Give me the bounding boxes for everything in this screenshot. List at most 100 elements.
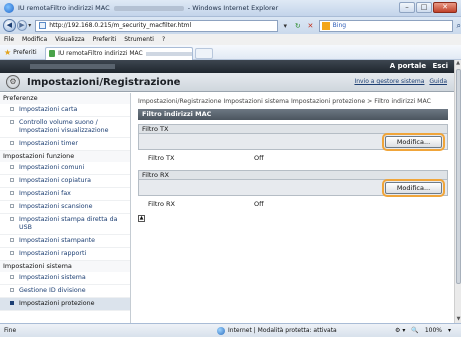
scroll-up-icon[interactable]: ▲ <box>455 60 461 67</box>
redacted-device-name <box>113 5 184 11</box>
tx-filter-group: Filtro TX Modifica... Filtro TX Off <box>138 124 448 166</box>
portal-link[interactable]: A portale <box>390 62 426 70</box>
bullet-icon <box>10 288 14 292</box>
status-text: Fine <box>4 327 17 334</box>
menu-modifica[interactable]: Modifica <box>22 36 47 43</box>
sidebar-item-usb-print-settings[interactable]: Impostazioni stampa diretta da USB <box>0 214 130 235</box>
bullet-icon <box>10 107 14 111</box>
address-url: http://192.168.0.215/m_security_macfilte… <box>49 22 192 29</box>
minimize-button[interactable]: – <box>399 2 415 13</box>
menu-visualizza[interactable]: Visualizza <box>55 36 85 43</box>
settings-gear-icon: ⚙ <box>6 75 20 89</box>
rx-filter-value: Off <box>254 200 264 208</box>
page-title: Impostazioni/Registrazione <box>27 76 181 88</box>
sidebar-item-report-settings[interactable]: Impostazioni rapporti <box>0 248 130 261</box>
sidebar-item-common-settings[interactable]: Impostazioni comuni <box>0 162 130 175</box>
send-to-admin-link[interactable]: Invio a gestore sistema <box>354 78 424 85</box>
back-button[interactable]: ◀ <box>3 19 16 32</box>
stop-icon[interactable]: ✕ <box>305 20 316 32</box>
main-content: Impostazioni/Registrazione Impostazioni … <box>138 93 448 222</box>
menu-strumenti[interactable]: Strumenti <box>124 36 154 43</box>
zoom-control[interactable]: ⚙ ▾ 🔍 100% ▾ <box>395 327 451 334</box>
back-to-top-icon[interactable]: ▲ <box>138 215 145 222</box>
close-button[interactable]: ✕ <box>433 2 457 13</box>
sidebar: Preferenze Impostazioni carta Controllo … <box>0 93 131 323</box>
favorites-star-icon[interactable]: ★ <box>4 48 11 57</box>
tx-filter-label: Filtro TX <box>148 154 175 162</box>
rx-filter-group: Filtro RX Modifica... Filtro RX Off <box>138 170 448 212</box>
sidebar-item-timer-settings[interactable]: Impostazioni timer <box>0 138 130 151</box>
menu-help[interactable]: ? <box>162 36 165 43</box>
menu-preferiti[interactable]: Preferiti <box>93 36 117 43</box>
bullet-icon <box>10 204 14 208</box>
bullet-icon <box>10 165 14 169</box>
maximize-button[interactable]: □ <box>416 2 432 13</box>
scroll-down-icon[interactable]: ▼ <box>455 316 461 323</box>
protected-mode-icon: ⚙ ▾ <box>395 327 406 334</box>
edit-tx-button[interactable]: Modifica... <box>382 133 445 151</box>
sidebar-section-function-settings: Impostazioni funzione <box>0 151 130 162</box>
scroll-thumb[interactable] <box>456 69 461 284</box>
sidebar-item-paper-settings[interactable]: Impostazioni carta <box>0 104 130 117</box>
bullet-icon <box>10 238 14 242</box>
rx-filter-toolbar: Modifica... <box>138 179 448 197</box>
section-title: Filtro indirizzi MAC <box>138 109 448 120</box>
menu-file[interactable]: File <box>4 36 14 43</box>
browser-tab[interactable]: IU remotaFiltro indirizzi MAC <box>44 46 193 60</box>
header-links: Invio a gestore sistema Guida <box>351 78 447 85</box>
address-toolbar: ◀ ▶ ▾ http://192.168.0.215/m_security_ma… <box>0 17 461 34</box>
redacted-device-name <box>145 51 192 56</box>
recent-pages-dropdown-icon[interactable]: ▾ <box>28 22 31 29</box>
address-input[interactable]: http://192.168.0.215/m_security_macfilte… <box>35 19 278 32</box>
zoom-dropdown-icon[interactable]: ▾ <box>448 327 451 334</box>
refresh-icon[interactable]: ↻ <box>293 20 304 32</box>
ie-logo-icon <box>4 3 14 13</box>
redacted-device-name <box>30 64 115 69</box>
sidebar-item-printer-settings[interactable]: Impostazioni stampante <box>0 235 130 248</box>
window-title-prefix: IU remotaFiltro indirizzi MAC <box>18 4 110 12</box>
sidebar-item-department-id[interactable]: Gestione ID divisione <box>0 285 130 298</box>
bullet-icon <box>10 191 14 195</box>
rx-filter-heading: Filtro RX <box>138 170 448 180</box>
rx-filter-label: Filtro RX <box>148 200 175 208</box>
favorites-button[interactable]: Preferiti <box>13 49 37 56</box>
security-zone[interactable]: Internet | Modalità protetta: attivata <box>217 326 337 335</box>
tx-filter-toolbar: Modifica... <box>138 133 448 151</box>
sidebar-item-scan-settings[interactable]: Impostazioni scansione <box>0 201 130 214</box>
web-page: A portale Esci ⚙ Impostazioni/Registrazi… <box>0 60 454 323</box>
sidebar-item-volume-display[interactable]: Controllo volume suono / Impostazioni vi… <box>0 117 130 138</box>
bullet-icon <box>10 120 14 124</box>
forward-button[interactable]: ▶ <box>16 20 28 31</box>
top-links: A portale Esci <box>386 62 448 70</box>
sidebar-item-fax-settings[interactable]: Impostazioni fax <box>0 188 130 201</box>
vertical-scrollbar[interactable]: ▲ ▼ <box>454 60 461 323</box>
help-link[interactable]: Guida <box>429 78 447 85</box>
sidebar-item-security-settings[interactable]: Impostazioni protezione <box>0 298 130 311</box>
bing-icon <box>321 21 330 30</box>
new-tab-button[interactable] <box>194 47 213 59</box>
tx-filter-row: Filtro TX Off <box>138 150 448 166</box>
sidebar-item-system-settings[interactable]: Impostazioni sistema <box>0 272 130 285</box>
window-title-suffix: - Windows Internet Explorer <box>187 4 279 12</box>
globe-icon <box>217 326 225 335</box>
window-title: IU remotaFiltro indirizzi MAC - Windows … <box>18 4 278 12</box>
sidebar-item-copy-settings[interactable]: Impostazioni copiatura <box>0 175 130 188</box>
bullet-icon <box>10 217 14 221</box>
search-icon[interactable]: ⌕ <box>456 21 460 31</box>
bullet-icon <box>10 275 14 279</box>
page-header: ⚙ Impostazioni/Registrazione Invio a ges… <box>0 73 454 92</box>
breadcrumb: Impostazioni/Registrazione Impostazioni … <box>138 98 431 105</box>
window-controls: – □ ✕ <box>399 2 457 13</box>
favorites-bar: ★ Preferiti IU remotaFiltro indirizzi MA… <box>0 45 461 60</box>
bullet-icon <box>10 251 14 255</box>
address-dropdown-icon[interactable]: ▾ <box>280 20 291 32</box>
rx-filter-row: Filtro RX Off <box>138 196 448 212</box>
edit-rx-button[interactable]: Modifica... <box>382 179 445 197</box>
security-zone-text: Internet | Modalità protetta: attivata <box>228 327 337 334</box>
zoom-icon: 🔍 <box>411 327 419 334</box>
sidebar-section-system-settings: Impostazioni sistema <box>0 261 130 272</box>
logout-link[interactable]: Esci <box>433 62 449 70</box>
window-titlebar: IU remotaFiltro indirizzi MAC - Windows … <box>0 0 461 17</box>
page-icon <box>39 22 47 29</box>
search-input[interactable]: Bing <box>318 19 454 32</box>
